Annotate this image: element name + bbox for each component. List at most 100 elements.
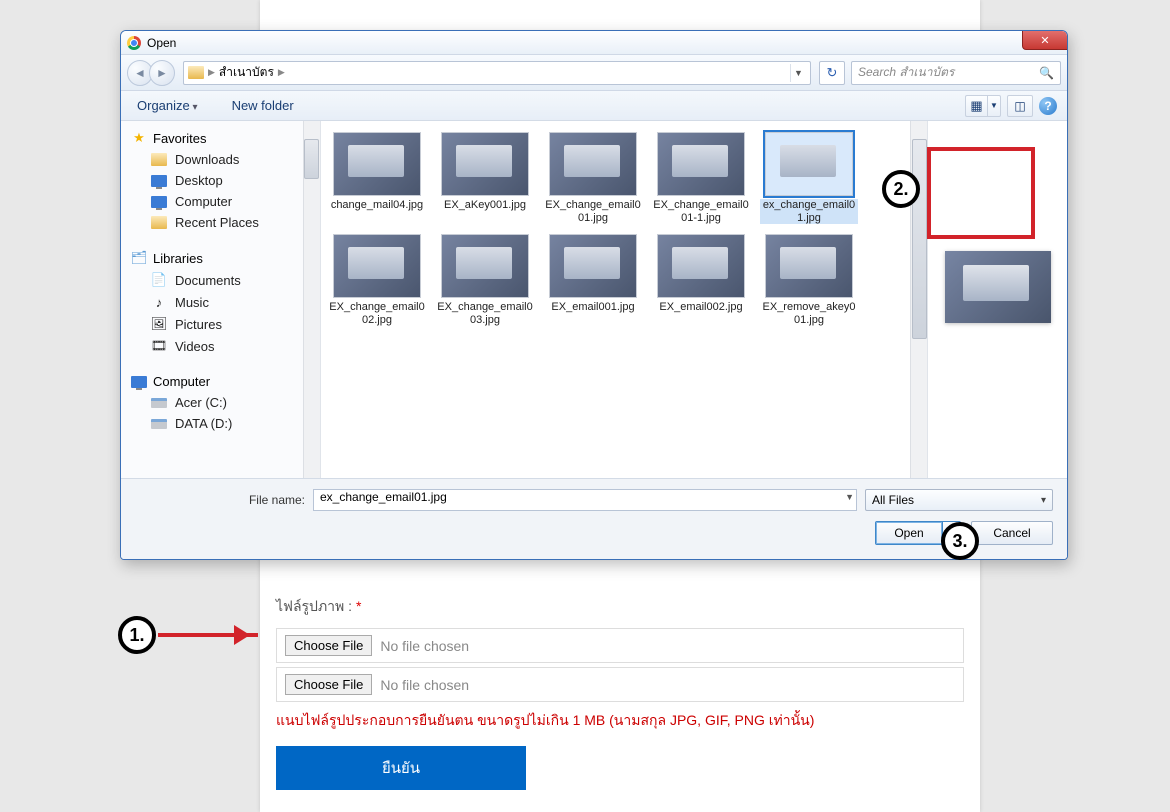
computer-icon <box>131 376 147 388</box>
dialog-body: ★ Favorites Downloads Desktop Computer R… <box>121 121 1067 478</box>
file-name: change_mail04.jpg <box>331 199 423 212</box>
sidebar-item-desktop[interactable]: Desktop <box>125 170 316 191</box>
breadcrumb-bar[interactable]: ▶ สำเนาบัตร ▶ ▼ <box>183 61 811 85</box>
sidebar-label: Recent Places <box>175 215 259 230</box>
view-dropdown-icon[interactable]: ▼ <box>987 95 1001 117</box>
preview-pane-toggle[interactable]: ◫ <box>1007 95 1033 117</box>
open-file-dialog: Open ✕ ◄ ► ▶ สำเนาบัตร ▶ ▼ ↻ Search สำเน… <box>120 30 1068 560</box>
forward-button[interactable]: ► <box>149 60 175 86</box>
sidebar-label: Music <box>175 295 209 310</box>
drive-icon <box>151 419 167 429</box>
open-button-group: Open ▼ <box>875 521 961 545</box>
nav-buttons: ◄ ► <box>127 60 175 86</box>
sidebar-label: Desktop <box>175 173 223 188</box>
sidebar-item-pictures[interactable]: 🖼Pictures <box>125 313 316 335</box>
music-icon: ♪ <box>151 294 167 310</box>
sidebar: ★ Favorites Downloads Desktop Computer R… <box>121 121 321 478</box>
thumbnails-icon: ▦ <box>970 98 982 114</box>
file-item[interactable]: EX_email001.jpg <box>541 231 645 329</box>
scrollbar-thumb[interactable] <box>304 139 319 179</box>
annot-1-text: 1. <box>129 625 144 646</box>
refresh-button[interactable]: ↻ <box>819 61 845 85</box>
computer-icon <box>151 196 167 208</box>
file-thumbnail <box>441 132 529 196</box>
file-list[interactable]: change_mail04.jpg EX_aKey001.jpg EX_change… <box>321 121 910 478</box>
computer-label: Computer <box>153 374 210 389</box>
preview-pane <box>927 121 1067 478</box>
file-name: EX_email002.jpg <box>659 301 742 314</box>
preview-thumbnail <box>945 251 1051 323</box>
pictures-icon: 🖼 <box>151 316 167 332</box>
new-folder-button[interactable]: New folder <box>226 95 300 116</box>
sidebar-item-music[interactable]: ♪ Music <box>125 291 316 313</box>
no-file-text-1: No file chosen <box>380 638 469 654</box>
search-placeholder: Search สำเนาบัตร <box>858 63 954 82</box>
filename-input[interactable]: ex_change_email01.jpg ▼ <box>313 489 857 511</box>
search-input[interactable]: Search สำเนาบัตร 🔍 <box>851 61 1061 85</box>
choose-file-button-1[interactable]: Choose File <box>285 635 372 656</box>
file-item[interactable]: EX_change_email003.jpg <box>433 231 537 329</box>
recent-icon <box>151 216 167 229</box>
file-thumbnail <box>657 234 745 298</box>
sidebar-scrollbar[interactable] <box>303 121 320 478</box>
file-item[interactable]: EX_change_email002.jpg <box>325 231 429 329</box>
sidebar-item-drive-d[interactable]: DATA (D:) <box>125 413 316 434</box>
sidebar-label: Documents <box>175 273 241 288</box>
file-item[interactable]: EX_change_email001.jpg <box>541 129 645 227</box>
filepane-scrollbar[interactable] <box>910 121 927 478</box>
toolbar: Organize New folder ▦ ▼ ◫ ? <box>121 91 1067 121</box>
close-button[interactable]: ✕ <box>1022 30 1068 50</box>
preview-icon: ◫ <box>1014 99 1025 113</box>
open-button[interactable]: Open <box>875 521 943 545</box>
organize-menu[interactable]: Organize <box>131 95 204 116</box>
view-mode-button[interactable]: ▦ ▼ <box>965 95 1001 117</box>
file-name: EX_email001.jpg <box>551 301 634 314</box>
file-thumbnail <box>441 234 529 298</box>
file-item[interactable]: change_mail04.jpg <box>325 129 429 227</box>
file-item[interactable]: EX_aKey001.jpg <box>433 129 537 227</box>
sidebar-item-computer-link[interactable]: Computer <box>125 191 316 212</box>
libraries-icon: 🗂 <box>131 250 147 266</box>
file-name: EX_change_email002.jpg <box>328 301 426 326</box>
sidebar-computer[interactable]: Computer <box>125 371 316 392</box>
file-input-row-1: Choose File No file chosen <box>276 628 964 663</box>
file-name: ex_change_email01.jpg <box>760 199 858 224</box>
breadcrumb-dropdown[interactable]: ▼ <box>790 64 806 82</box>
sidebar-item-videos[interactable]: 🎞Videos <box>125 335 316 357</box>
open-dropdown[interactable]: ▼ <box>943 521 961 545</box>
file-item[interactable]: ex_change_email01.jpg <box>757 129 861 227</box>
file-thumbnail <box>549 132 637 196</box>
file-thumbnail <box>549 234 637 298</box>
cancel-button[interactable]: Cancel <box>971 521 1053 545</box>
file-item[interactable]: EX_email002.jpg <box>649 231 753 329</box>
help-button[interactable]: ? <box>1039 97 1057 115</box>
file-item[interactable]: EX_remove_akey001.jpg <box>757 231 861 329</box>
filetype-select[interactable]: All Files <box>865 489 1053 511</box>
file-item[interactable]: EX_change_email001-1.jpg <box>649 129 753 227</box>
file-thumbnail <box>765 234 853 298</box>
breadcrumb-folder[interactable]: สำเนาบัตร <box>219 63 274 82</box>
file-name: EX_change_email001.jpg <box>544 199 642 224</box>
file-pane: change_mail04.jpg EX_aKey001.jpg EX_change… <box>321 121 1067 478</box>
folder-icon <box>188 66 204 79</box>
sidebar-libraries[interactable]: 🗂 Libraries <box>125 247 316 269</box>
filename-dropdown-icon[interactable]: ▼ <box>845 492 854 502</box>
star-icon: ★ <box>131 130 147 146</box>
videos-icon: 🎞 <box>151 338 167 354</box>
no-file-text-2: No file chosen <box>380 677 469 693</box>
scrollbar-thumb[interactable] <box>912 139 927 339</box>
desktop-icon <box>151 175 167 187</box>
close-icon: ✕ <box>1040 34 1049 47</box>
file-name: EX_change_email003.jpg <box>436 301 534 326</box>
required-asterisk: * <box>356 598 361 614</box>
sidebar-item-documents[interactable]: 📄Documents <box>125 269 316 291</box>
folder-icon <box>151 153 167 166</box>
choose-file-button-2[interactable]: Choose File <box>285 674 372 695</box>
sidebar-item-downloads[interactable]: Downloads <box>125 149 316 170</box>
chrome-icon <box>127 36 141 50</box>
sidebar-favorites[interactable]: ★ Favorites <box>125 127 316 149</box>
file-name: EX_aKey001.jpg <box>444 199 526 212</box>
sidebar-item-drive-c[interactable]: Acer (C:) <box>125 392 316 413</box>
sidebar-item-recent[interactable]: Recent Places <box>125 212 316 233</box>
submit-button[interactable]: ยืนยัน <box>276 746 526 790</box>
